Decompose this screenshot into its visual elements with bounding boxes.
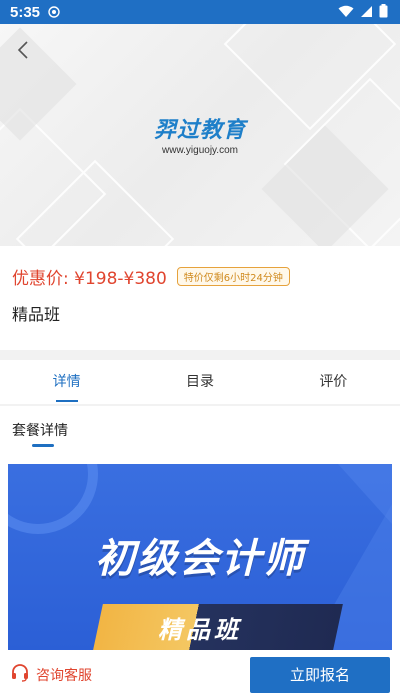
status-left: 5:35 xyxy=(10,3,60,22)
price-row: 优惠价: ¥198-¥380 特价仅剩6小时24分钟 xyxy=(12,264,388,289)
status-right xyxy=(338,3,388,22)
promo-subtitle: 精品班 xyxy=(158,616,242,644)
service-label: 咨询客服 xyxy=(36,668,92,684)
tab-catalog[interactable]: 目录 xyxy=(133,360,266,404)
brand-url: www.yiguojy.com xyxy=(162,145,238,156)
price-card: 优惠价: ¥198-¥380 特价仅剩6小时24分钟 精品班 xyxy=(0,246,400,350)
package-details-header: 套餐详情 xyxy=(0,406,400,454)
back-button[interactable] xyxy=(12,38,36,62)
section-underline xyxy=(32,444,54,447)
countdown-badge: 特价仅剩6小时24分钟 xyxy=(176,267,290,286)
section-title: 套餐详情 xyxy=(12,423,68,439)
bottom-action-bar: 咨询客服 立即报名 xyxy=(0,650,400,700)
tab-details[interactable]: 详情 xyxy=(0,360,133,404)
notification-icon xyxy=(48,3,60,22)
promo-title: 初级会计师 xyxy=(95,536,305,582)
headset-icon xyxy=(10,663,30,687)
promo-section: 初级会计师 精品班 xyxy=(0,454,400,650)
active-tab-indicator xyxy=(55,400,78,402)
brand-logo: 羿过教育 www.yiguojy.com xyxy=(0,112,400,156)
battery-icon xyxy=(379,3,388,22)
tab-bar: 详情 目录 评价 xyxy=(0,360,400,404)
status-time: 5:35 xyxy=(10,3,41,21)
tab-label: 评价 xyxy=(319,374,348,390)
tab-reviews[interactable]: 评价 xyxy=(267,360,400,404)
promo-banner: 初级会计师 精品班 xyxy=(8,464,392,650)
course-cover: 羿过教育 www.yiguojy.com xyxy=(0,24,400,246)
tab-label: 目录 xyxy=(185,374,214,390)
wifi-icon xyxy=(338,3,354,22)
chevron-left-icon xyxy=(17,41,28,59)
price-label: 优惠价: ¥198-¥380 xyxy=(12,269,167,289)
customer-service-button[interactable]: 咨询客服 xyxy=(10,663,92,687)
status-bar: 5:35 xyxy=(0,0,400,24)
tab-label: 详情 xyxy=(52,374,81,390)
brand-name: 羿过教育 xyxy=(153,118,246,143)
enroll-button[interactable]: 立即报名 xyxy=(250,657,390,693)
signal-icon xyxy=(360,3,373,22)
course-name: 精品班 xyxy=(12,305,61,324)
